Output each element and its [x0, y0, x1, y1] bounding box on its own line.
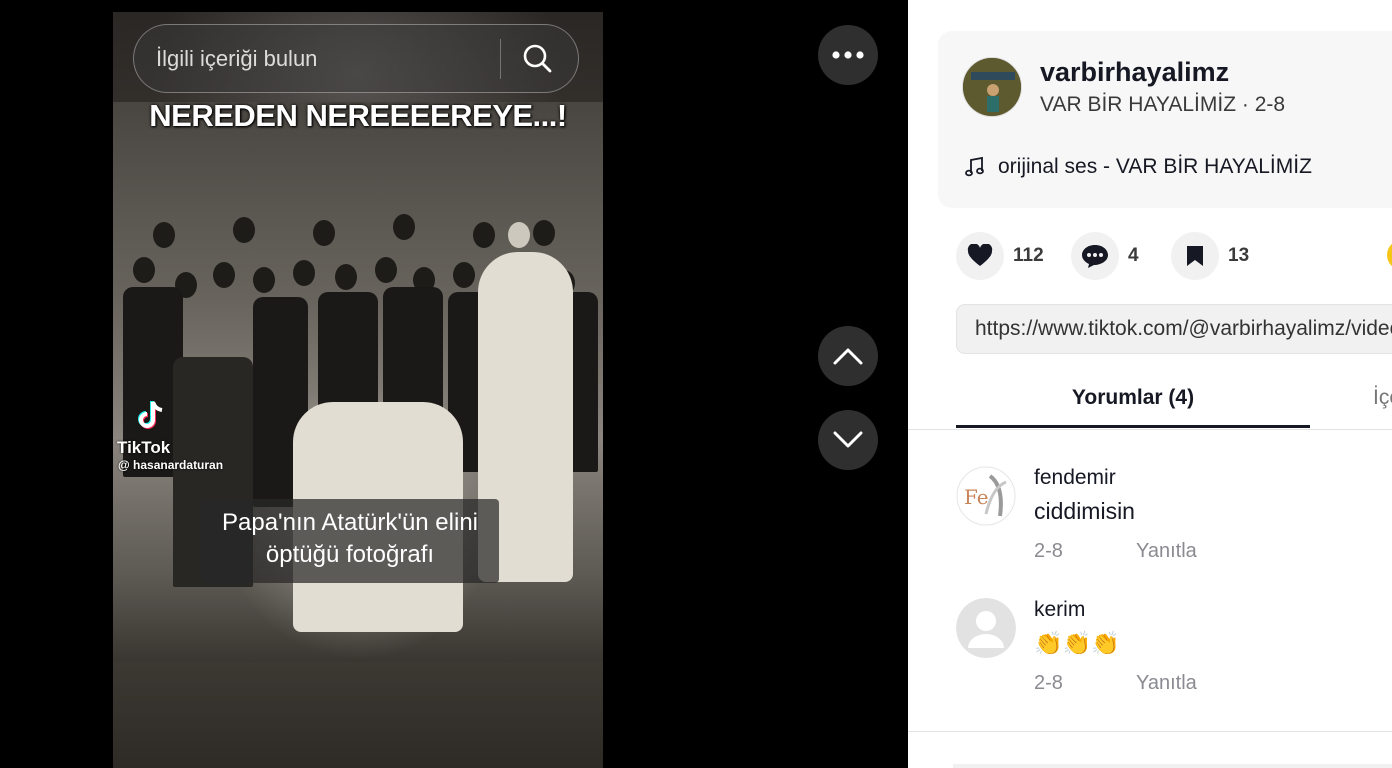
author-avatar[interactable] [962, 57, 1022, 117]
comment-date: 2-8 [1034, 540, 1063, 562]
comment-date: 2-8 [1034, 672, 1063, 694]
tiktok-logo-icon [131, 396, 171, 436]
caption-line-1: Papa'nın Atatürk'ün elini [221, 509, 478, 536]
video-caption: Papa'nın Atatürk'ün elini öptüğü fotoğra… [201, 499, 499, 583]
comment-count: 4 [1128, 245, 1139, 266]
save-count: 13 [1228, 245, 1250, 266]
comment-icon [1082, 245, 1108, 268]
search-icon [523, 44, 552, 72]
details-panel: varbirhayalimz VAR BİR HAYALİMİZ · 2-8 o… [908, 0, 1392, 768]
video-area: NEREDEN NEREEEEREYE...! TikTok @ hasanar… [0, 0, 908, 768]
like-count: 112 [1013, 245, 1044, 266]
bookmark-icon [1187, 246, 1203, 266]
music-label: orijinal ses - VAR BİR HAYALİMİZ [998, 155, 1312, 178]
caption-line-2: öptüğü fotoğrafı [265, 541, 435, 568]
search-button[interactable] [512, 35, 562, 83]
comment-username[interactable]: kerim [1034, 598, 1085, 622]
heart-icon [967, 244, 993, 266]
author-meta: VAR BİR HAYALİMİZ · 2-8 [1040, 93, 1286, 116]
video-player[interactable]: NEREDEN NEREEEEREYE...! TikTok @ hasanar… [113, 12, 603, 768]
next-video-button[interactable] [818, 410, 878, 470]
video-title-overlay: NEREDEN NEREEEEREYE...! [149, 98, 567, 133]
comment-username[interactable]: fendemir [1034, 466, 1116, 490]
comment-input-area[interactable] [953, 764, 1392, 768]
comment-text: ciddimisin [1034, 498, 1135, 524]
comment-item: Fe fendemir ciddimisin 2-8 Yanıtla [956, 466, 1386, 566]
save-button[interactable]: 13 [1171, 232, 1249, 280]
chevron-down-icon [833, 431, 863, 448]
author-card: varbirhayalimz VAR BİR HAYALİMİZ · 2-8 o… [938, 31, 1392, 208]
share-icon[interactable] [1387, 240, 1392, 270]
search-bar [133, 24, 579, 93]
tiktok-watermark: TikTok [117, 438, 171, 457]
like-circle [956, 232, 1004, 280]
save-circle [1171, 232, 1219, 280]
video-link-field[interactable]: https://www.tiktok.com/@varbirhayalimz/v… [956, 304, 1392, 354]
music-note-icon [965, 156, 984, 177]
reply-button[interactable]: Yanıtla [1136, 672, 1197, 695]
comment-input-divider [908, 731, 1392, 732]
search-divider [500, 39, 501, 79]
commenter-avatar[interactable]: Fe [956, 466, 1016, 526]
tiktok-watermark-user: @ hasanardaturan [118, 458, 224, 472]
music-link[interactable]: orijinal ses - VAR BİR HAYALİMİZ [964, 155, 1312, 179]
reply-button[interactable]: Yanıtla [1136, 540, 1197, 563]
tab-creator-videos[interactable]: İçe [1373, 372, 1392, 424]
previous-video-button[interactable] [818, 326, 878, 386]
comment-button[interactable]: 4 [1071, 232, 1139, 280]
tab-comments[interactable]: Yorumlar (4) [956, 372, 1310, 428]
chevron-up-icon [833, 348, 863, 365]
search-input[interactable] [156, 25, 496, 92]
author-username[interactable]: varbirhayalimz [1040, 57, 1229, 88]
more-options-button[interactable] [818, 25, 878, 85]
tabs-divider [908, 429, 1392, 430]
more-icon [832, 51, 864, 59]
svg-text:Fe: Fe [964, 485, 989, 509]
comment-circle [1071, 232, 1119, 280]
comment-text: 👏👏👏 [1034, 630, 1120, 656]
like-button[interactable]: 112 [956, 232, 1044, 280]
comment-item: kerim 👏👏👏 2-8 Yanıtla [956, 598, 1386, 698]
commenter-avatar[interactable] [956, 598, 1016, 658]
